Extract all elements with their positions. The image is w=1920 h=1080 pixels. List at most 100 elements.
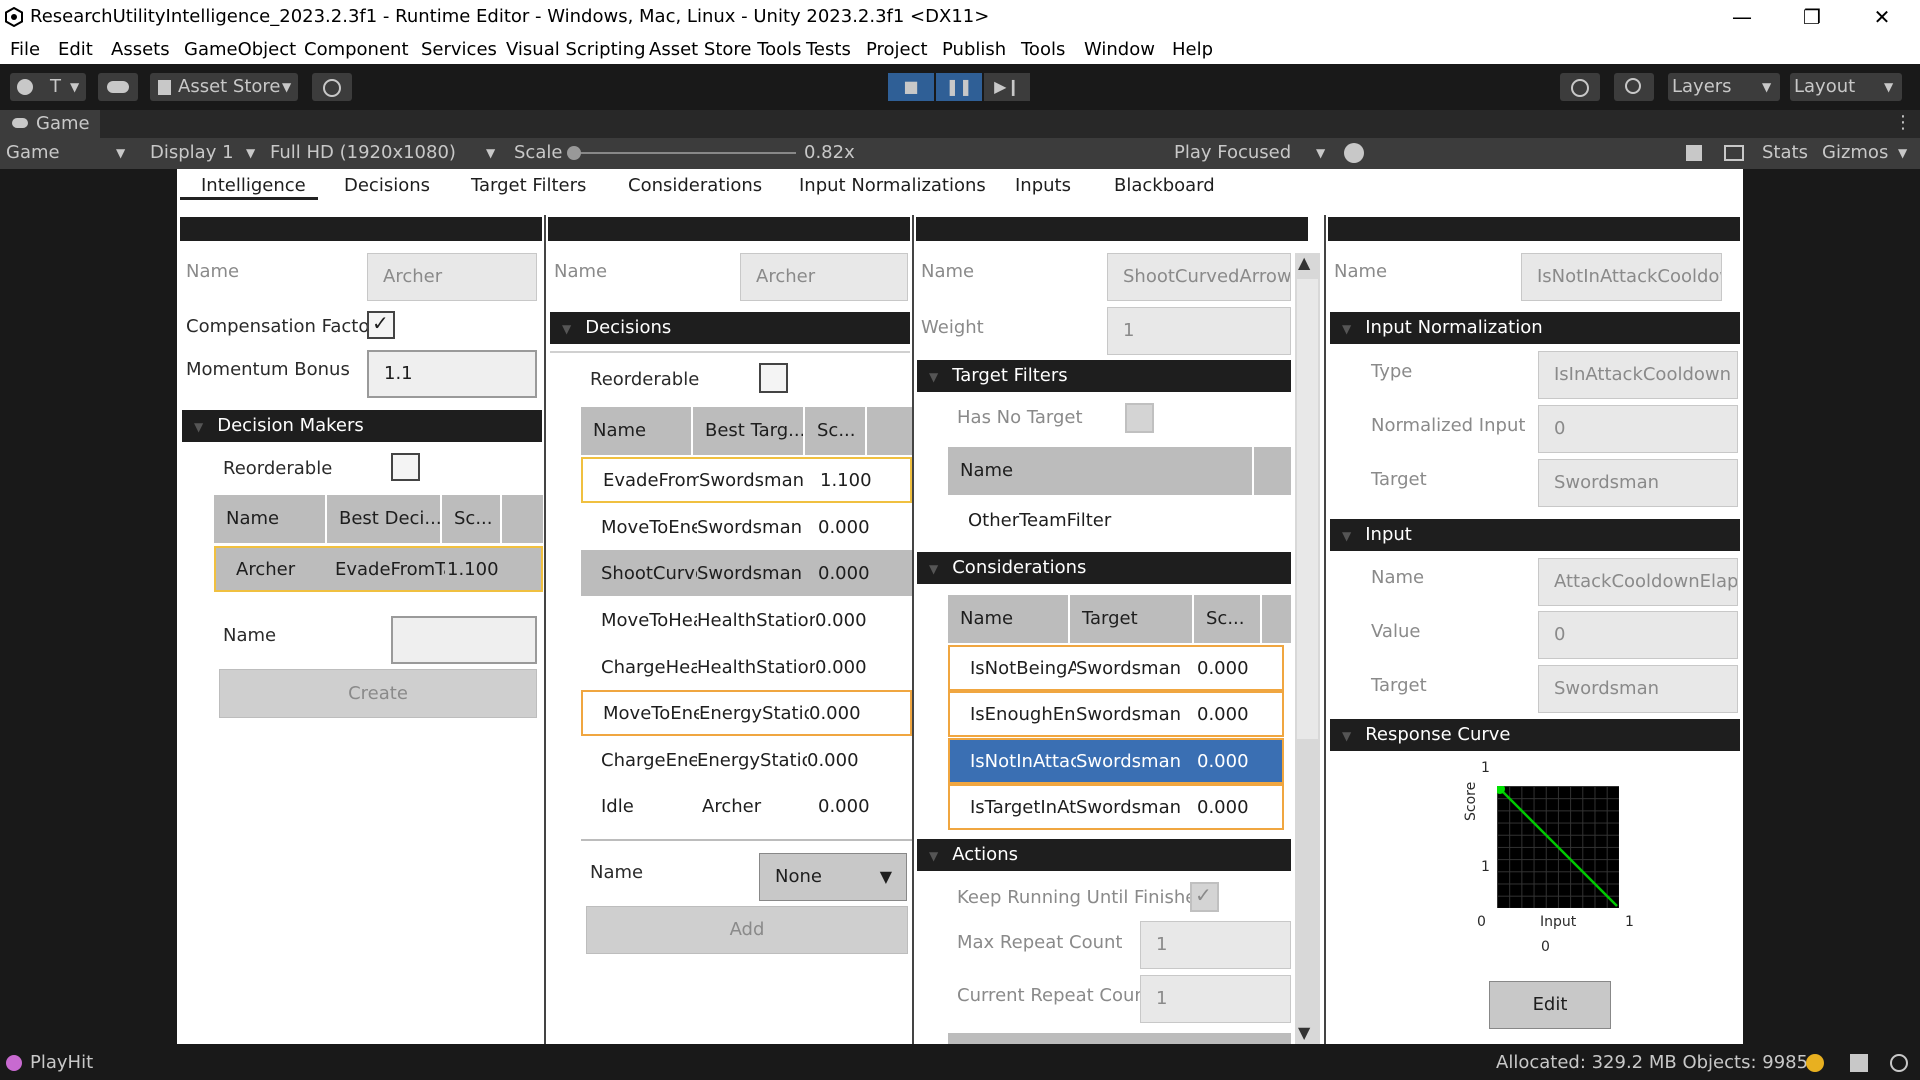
- table-row[interactable]: ChargeEner EnergyStation 0.000: [581, 737, 912, 783]
- table-row[interactable]: MoveToEne EnergyStation 0.000: [581, 690, 912, 736]
- scroll-up-arrow-icon[interactable]: ▲: [1298, 253, 1310, 272]
- column-header-best-target[interactable]: Best Targ...: [693, 407, 805, 455]
- menu-publish[interactable]: Publish: [942, 39, 1006, 60]
- new-decision-maker-name-field[interactable]: [391, 616, 537, 664]
- layout-dropdown[interactable]: Layout ▼: [1790, 73, 1902, 101]
- column-header-score[interactable]: Sc...: [805, 407, 867, 455]
- display-dropdown[interactable]: Display 1 ▼: [142, 138, 262, 169]
- value-field[interactable]: 0: [1538, 611, 1738, 659]
- package-button[interactable]: [312, 73, 352, 101]
- menu-tools[interactable]: Tools: [1021, 39, 1065, 60]
- asset-store-dropdown[interactable]: Asset Store ▼: [150, 73, 298, 101]
- menu-services[interactable]: Services: [421, 39, 497, 60]
- table-row[interactable]: EvadeFrom Swordsman 1.100: [581, 457, 912, 503]
- scrollbar-thumb[interactable]: [1297, 279, 1318, 739]
- response-curve-graph[interactable]: [1497, 786, 1619, 908]
- menu-gameobject[interactable]: GameObject: [184, 39, 296, 60]
- input-header[interactable]: ▼ Input: [1330, 519, 1740, 551]
- table-row[interactable]: Archer EvadeFromTa 1.100: [214, 546, 543, 592]
- bug-icon[interactable]: [1806, 1054, 1824, 1072]
- step-button[interactable]: ▶❙: [984, 73, 1030, 101]
- menu-edit[interactable]: Edit: [58, 39, 93, 60]
- decision-type-dropdown[interactable]: None ▼: [759, 853, 907, 901]
- target-filters-header[interactable]: ▼ Target Filters: [917, 360, 1291, 392]
- tab-input-normalizations[interactable]: Input Normalizations: [799, 175, 986, 196]
- resolution-dropdown[interactable]: Full HD (1920x1080) ▼: [262, 138, 502, 169]
- minimize-button[interactable]: —: [1712, 0, 1772, 35]
- max-repeat-count-field[interactable]: 1: [1140, 921, 1291, 969]
- table-row[interactable]: IsTargetInAtt Swordsman 0.000: [948, 784, 1284, 830]
- play-focused-dropdown[interactable]: Play Focused ▼: [1168, 138, 1334, 169]
- tab-decisions[interactable]: Decisions: [344, 175, 430, 196]
- create-button[interactable]: Create: [219, 669, 537, 718]
- column-header-name[interactable]: Name: [948, 595, 1070, 643]
- account-dropdown[interactable]: T ▼: [10, 73, 86, 101]
- normalized-input-field[interactable]: 0: [1538, 405, 1738, 453]
- cloud-button[interactable]: [98, 73, 138, 101]
- scale-slider-track[interactable]: [567, 146, 796, 160]
- menu-assets[interactable]: Assets: [111, 39, 170, 60]
- menu-project[interactable]: Project: [866, 39, 928, 60]
- menu-component[interactable]: Component: [304, 39, 409, 60]
- chevron-down-icon[interactable]: ▼: [1898, 146, 1907, 160]
- tab-inputs[interactable]: Inputs: [1015, 175, 1071, 196]
- kebab-menu-icon[interactable]: ⋮: [1894, 112, 1912, 133]
- column-header-name[interactable]: Name: [948, 447, 1254, 495]
- menu-asset-store-tools[interactable]: Asset Store Tools: [649, 39, 802, 60]
- menu-window[interactable]: Window: [1084, 39, 1155, 60]
- tab-considerations[interactable]: Considerations: [628, 175, 762, 196]
- input-normalization-header[interactable]: ▼ Input Normalization: [1330, 312, 1740, 344]
- column-header-name[interactable]: Name: [214, 495, 327, 543]
- search-button[interactable]: [1614, 73, 1654, 101]
- grid-icon[interactable]: [1724, 145, 1744, 161]
- table-row[interactable]: MoveToEne Swordsman 0.000: [581, 504, 912, 550]
- column-header-name[interactable]: Name: [581, 407, 693, 455]
- compensation-factor-checkbox[interactable]: ✓: [367, 311, 395, 339]
- tab-intelligence[interactable]: Intelligence: [201, 175, 306, 196]
- cache-server-icon[interactable]: [1850, 1054, 1868, 1072]
- table-row[interactable]: Idle Archer 0.000: [581, 783, 912, 829]
- type-field[interactable]: IsInAttackCooldown: [1538, 351, 1738, 399]
- column-header-target[interactable]: Target: [1070, 595, 1194, 643]
- considerations-header[interactable]: ▼ Considerations: [917, 552, 1291, 584]
- reorderable-checkbox[interactable]: [759, 363, 788, 393]
- input-name-field[interactable]: AttackCooldownElapsed: [1538, 558, 1738, 606]
- stop-button[interactable]: ■: [888, 73, 934, 101]
- scroll-down-arrow-icon[interactable]: ▼: [1298, 1023, 1310, 1042]
- table-row[interactable]: IsNotInAttac Swordsman 0.000: [948, 738, 1284, 784]
- column-header-score[interactable]: Sc...: [442, 495, 502, 543]
- column-header-best-decision[interactable]: Best Deci...: [327, 495, 442, 543]
- close-button[interactable]: ✕: [1852, 0, 1912, 35]
- menu-help[interactable]: Help: [1172, 39, 1213, 60]
- layers-dropdown[interactable]: Layers ▼: [1668, 73, 1780, 101]
- table-row[interactable]: MoveToHea HealthStation 0.000: [581, 597, 912, 643]
- restore-button[interactable]: ❐: [1782, 0, 1842, 35]
- scale-slider-thumb[interactable]: [567, 146, 581, 160]
- bug-icon[interactable]: [1344, 143, 1364, 163]
- decision-name-field[interactable]: ShootCurvedArrow: [1107, 253, 1291, 301]
- input-target-field[interactable]: Swordsman: [1538, 665, 1738, 713]
- consideration-name-field[interactable]: IsNotInAttackCooldown: [1521, 253, 1722, 301]
- table-row[interactable]: IsNotBeingA Swordsman 0.000: [948, 645, 1284, 691]
- stats-button[interactable]: Stats: [1762, 142, 1808, 163]
- intelligence-name-field[interactable]: Archer: [367, 253, 537, 301]
- momentum-bonus-field[interactable]: 1.1: [367, 350, 537, 398]
- menu-file[interactable]: File: [10, 39, 40, 60]
- tab-blackboard[interactable]: Blackboard: [1114, 175, 1215, 196]
- reorderable-checkbox[interactable]: [391, 453, 420, 481]
- target-field[interactable]: Swordsman: [1538, 459, 1738, 507]
- decisions-header[interactable]: ▼ Decisions: [550, 312, 910, 344]
- list-item[interactable]: OtherTeamFilter: [948, 497, 1291, 543]
- weight-field[interactable]: 1: [1107, 307, 1291, 355]
- response-curve-header[interactable]: ▼ Response Curve: [1330, 719, 1740, 751]
- menu-tests[interactable]: Tests: [806, 39, 851, 60]
- decision-makers-header[interactable]: ▼ Decision Makers: [182, 410, 542, 442]
- table-row[interactable]: ChargeHeal HealthStation 0.000: [581, 644, 912, 690]
- decision-maker-name-field[interactable]: Archer: [740, 253, 908, 301]
- table-row[interactable]: IsEnoughEne Swordsman 0.000: [948, 691, 1284, 737]
- table-row[interactable]: ShootCurve Swordsman 0.000: [581, 550, 912, 596]
- add-button[interactable]: Add: [586, 906, 908, 954]
- audio-mute-icon[interactable]: [1686, 145, 1702, 161]
- actions-header[interactable]: ▼ Actions: [917, 839, 1291, 871]
- game-mode-dropdown[interactable]: Game ▼: [0, 138, 134, 169]
